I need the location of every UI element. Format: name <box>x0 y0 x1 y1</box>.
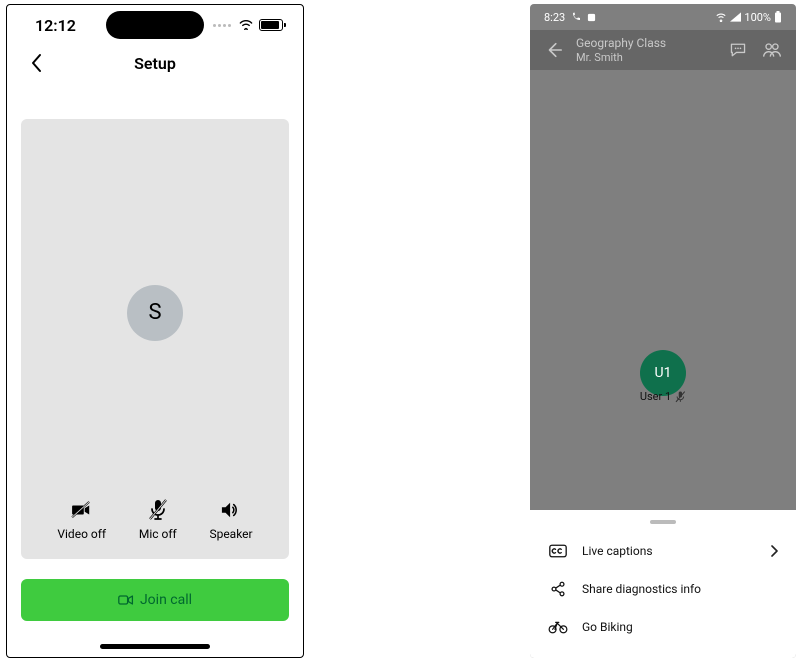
page-title: Setup <box>134 54 176 73</box>
video-off-icon <box>71 499 93 521</box>
home-indicator <box>100 644 210 649</box>
sheet-item-label: Share diagnostics info <box>582 582 701 596</box>
people-icon <box>762 42 782 58</box>
self-avatar: S <box>127 285 183 341</box>
preview-controls: Video off Mic off <box>21 499 289 541</box>
signal-icon <box>730 12 741 22</box>
join-call-button[interactable]: Join call <box>21 579 289 621</box>
chevron-left-icon <box>30 53 44 73</box>
mic-off-icon <box>147 499 169 521</box>
audio-route-label: Speaker <box>209 527 252 541</box>
sheet-item-label: Live captions <box>582 544 653 558</box>
android-status-bar: 8:23 100% <box>530 4 796 30</box>
battery-text: 100% <box>744 11 771 24</box>
android-phone-frame: 8:23 100% Geography Class <box>530 4 796 658</box>
video-toggle-label: Video off <box>57 527 106 541</box>
phone-status-icon <box>571 12 581 22</box>
call-header: Geography Class Mr. Smith <box>530 30 796 70</box>
arrow-left-icon <box>545 41 563 59</box>
ios-status-right <box>213 19 283 31</box>
chat-icon <box>729 41 747 59</box>
captions-icon <box>548 541 568 561</box>
back-button[interactable] <box>23 49 51 77</box>
notification-icon <box>587 13 596 22</box>
header-back-button[interactable] <box>542 38 566 62</box>
sheet-drag-handle[interactable] <box>650 520 676 524</box>
wifi-icon <box>715 12 727 22</box>
dynamic-island <box>106 11 204 39</box>
battery-icon <box>259 19 283 31</box>
speaker-icon <box>220 499 242 521</box>
battery-icon <box>774 11 782 23</box>
bottom-sheet: Live captions Share diagnostics info Go … <box>530 510 796 658</box>
join-call-label: Join call <box>140 592 192 608</box>
chevron-right-icon <box>770 545 778 557</box>
video-preview: S Video off <box>21 119 289 559</box>
call-title: Geography Class <box>576 36 716 50</box>
join-call-icon <box>118 592 134 608</box>
sheet-item-go-biking[interactable]: Go Biking <box>530 608 796 646</box>
participants-button[interactable] <box>760 38 784 62</box>
participant-name: User 1 <box>640 390 671 403</box>
video-toggle[interactable]: Video off <box>57 499 106 541</box>
sheet-item-label: Go Biking <box>582 620 633 634</box>
sheet-item-live-captions[interactable]: Live captions <box>530 532 796 570</box>
wifi-icon <box>238 19 254 31</box>
cellular-dots-icon <box>213 24 231 27</box>
participant-mic-muted-icon <box>675 391 686 403</box>
ios-phone-frame: 12:12 Setup S <box>6 4 304 658</box>
share-icon <box>548 579 568 599</box>
ios-nav-bar: Setup <box>7 45 303 81</box>
mic-toggle[interactable]: Mic off <box>139 499 177 541</box>
chat-button[interactable] <box>726 38 750 62</box>
sheet-item-share-diagnostics[interactable]: Share diagnostics info <box>530 570 796 608</box>
ios-status-bar: 12:12 <box>7 5 303 45</box>
android-status-time: 8:23 <box>544 11 565 24</box>
mic-toggle-label: Mic off <box>139 527 177 541</box>
call-subtitle: Mr. Smith <box>576 51 716 64</box>
ios-status-time: 12:12 <box>35 16 76 35</box>
audio-route-button[interactable]: Speaker <box>209 499 252 541</box>
participant-label: User 1 <box>640 390 686 403</box>
bike-icon <box>548 617 568 637</box>
